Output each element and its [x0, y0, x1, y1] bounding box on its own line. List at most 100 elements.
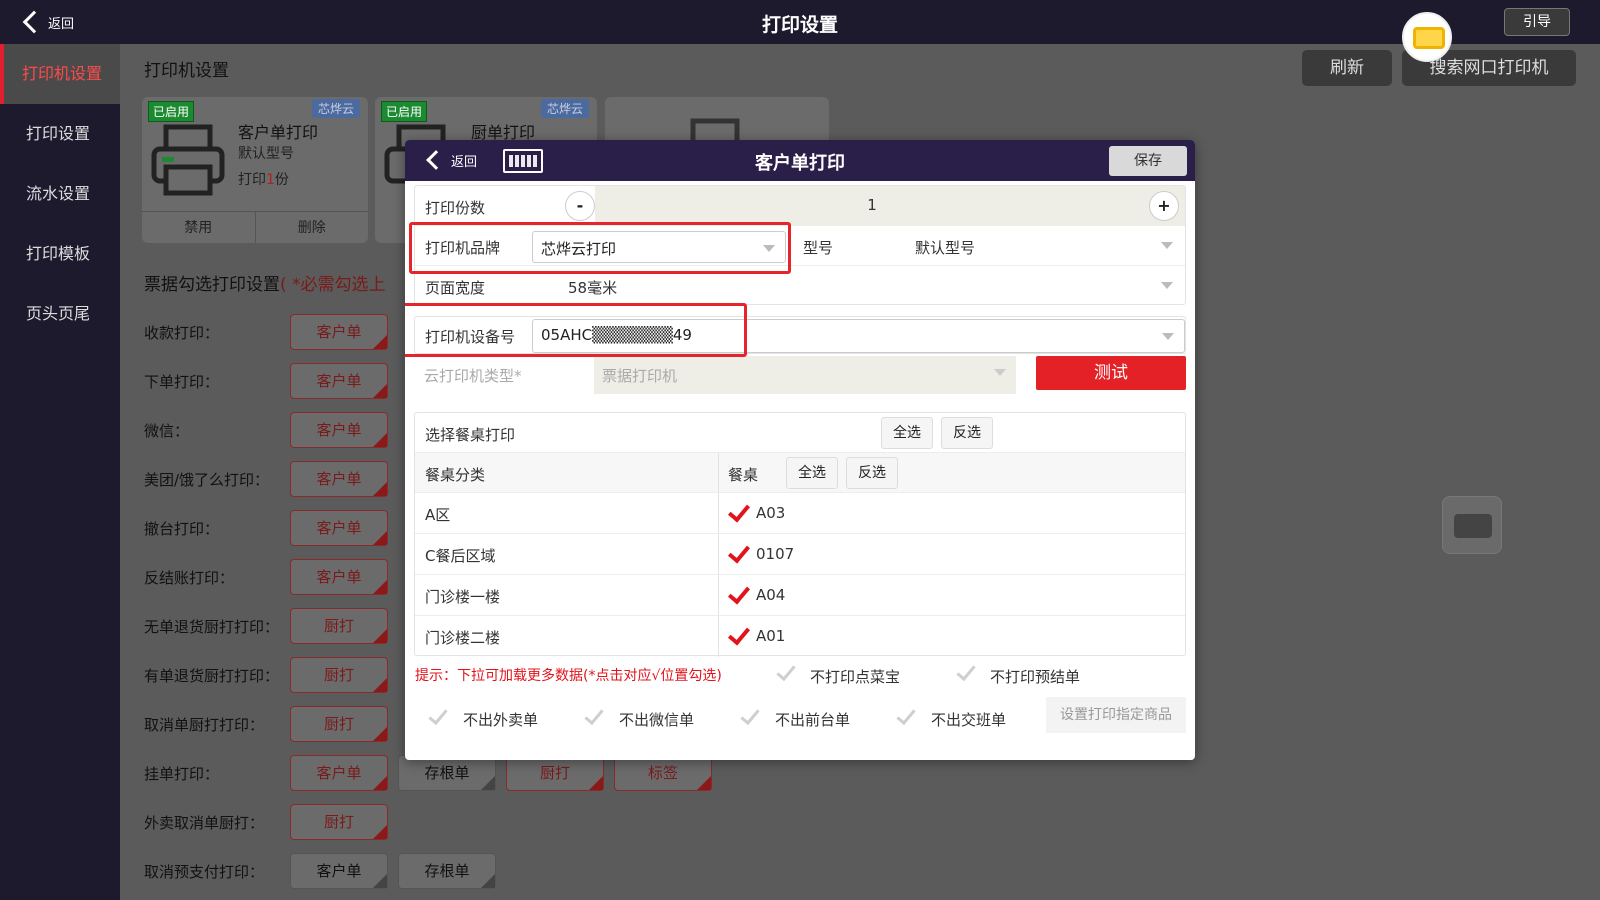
ticket-option-chip[interactable]: 标签 — [614, 755, 712, 791]
guide-button[interactable]: 引导 — [1504, 8, 1570, 36]
top-bar: 返回 打印设置 引导 — [0, 0, 1600, 44]
ticket-option-label: 微信： — [144, 421, 190, 440]
brand-row: 打印机品牌 芯烨云打印 型号 默认型号 — [415, 226, 1185, 266]
opt-no-wechat[interactable]: 不出微信单 — [619, 709, 694, 730]
hint-text: 提示：下拉可加载更多数据(*点击对应√位置勾选) — [415, 668, 722, 684]
refresh-button[interactable]: 刷新 — [1302, 50, 1392, 86]
test-button[interactable]: 测试 — [1036, 356, 1186, 390]
model-select[interactable]: 默认型号 — [915, 237, 975, 258]
ticket-option-chip[interactable]: 客户单 — [290, 853, 388, 889]
checkmark-icon[interactable] — [727, 622, 751, 646]
caret-down-icon — [994, 369, 1006, 376]
floating-keyboard-button[interactable] — [1442, 496, 1502, 554]
ticket-option-label: 反结账打印： — [144, 568, 235, 587]
invert-button[interactable]: 反选 — [941, 417, 993, 449]
checkmark-icon[interactable] — [776, 660, 796, 682]
status-badge: 已启用 — [381, 101, 428, 122]
ticket-option-chip[interactable]: 客户单 — [290, 755, 388, 791]
checkmark-icon[interactable] — [428, 704, 448, 726]
save-button[interactable]: 保存 — [1109, 146, 1187, 176]
customer-print-dialog: 返回 客户单打印 保存 打印份数 - 1 + 打印机品牌 芯烨云打印 型号 默认… — [405, 140, 1195, 760]
ticket-option-chip[interactable]: 厨打 — [290, 804, 388, 840]
table-select-header: 选择餐桌打印 全选 反选 — [415, 413, 1185, 453]
table-name: A01 — [756, 627, 786, 645]
width-label: 页面宽度 — [425, 279, 486, 297]
opt-no-dish-treasure[interactable]: 不打印点菜宝 — [810, 666, 900, 687]
ticket-option-chip[interactable]: 客户单 — [290, 510, 388, 546]
status-badge: 已启用 — [148, 101, 195, 122]
ticket-option-chip[interactable]: 存根单 — [398, 755, 496, 791]
ticket-option-chip[interactable]: 客户单 — [290, 412, 388, 448]
ticket-option-chip[interactable]: 厨打 — [506, 755, 604, 791]
ticket-option-row: 反结账打印： 客户单 — [144, 559, 398, 595]
ticket-option-label: 挂单打印： — [144, 764, 220, 783]
ticket-option-chip[interactable]: 客户单 — [290, 314, 388, 350]
copies-row: 打印份数 - 1 + — [415, 186, 1185, 226]
checkmark-icon[interactable] — [956, 660, 976, 682]
keyboard-toggle-button[interactable] — [1402, 12, 1452, 62]
ticket-option-chip[interactable]: 客户单 — [290, 461, 388, 497]
checkmark-icon[interactable] — [896, 704, 916, 726]
device-row: 打印机设备号 05AHC▒▒▒▒▒▒▒49 — [414, 316, 1186, 354]
page-title: 打印设置 — [761, 14, 838, 36]
ticket-option-row: 无单退货厨打打印： 厨打 — [144, 608, 398, 644]
delete-button[interactable]: 删除 — [254, 212, 369, 243]
checkmark-icon[interactable] — [584, 704, 604, 726]
table-category: 门诊楼一楼 — [425, 588, 501, 606]
col-category: 餐桌分类 — [425, 466, 486, 484]
table-name: A04 — [756, 586, 786, 604]
sidebar-item-header-footer[interactable]: 页头页尾 — [0, 284, 120, 344]
copies-label: 打印份数 — [425, 199, 486, 217]
sidebar-item-printer-settings[interactable]: 打印机设置 — [0, 44, 120, 104]
ticket-option-label: 有单退货厨打打印： — [144, 666, 280, 685]
select-all-button[interactable]: 全选 — [881, 417, 933, 449]
table-category: C餐后区域 — [425, 547, 496, 565]
table-invert-button[interactable]: 反选 — [846, 457, 898, 489]
copies-minus-button[interactable]: - — [565, 191, 595, 221]
caret-down-icon — [1162, 333, 1174, 340]
sidebar-item-print-settings[interactable]: 打印设置 — [0, 104, 120, 164]
printer-card-customer[interactable]: 已启用 芯烨云 客户单打印 默认型号 打印1份 禁用 删除 — [142, 97, 368, 243]
checkmark-icon[interactable] — [727, 540, 751, 564]
cloud-type-row: 云打印机类型* 票据打印机 测试 — [414, 354, 1186, 394]
opt-no-pre-bill[interactable]: 不打印预结单 — [990, 666, 1080, 687]
table-category: A区 — [425, 506, 451, 524]
checkmark-icon[interactable] — [740, 704, 760, 726]
checkmark-icon[interactable] — [727, 499, 751, 523]
ticket-option-row: 取消预支付打印： 客户单 存根单 — [144, 853, 506, 889]
copies-plus-button[interactable]: + — [1149, 191, 1179, 221]
ticket-option-chip[interactable]: 厨打 — [290, 657, 388, 693]
ticket-option-row: 取消单厨打打印： 厨打 — [144, 706, 398, 742]
copies-stepper[interactable]: - 1 + — [565, 186, 1185, 226]
ticket-option-label: 撤台打印： — [144, 519, 220, 538]
brand-select[interactable]: 芯烨云打印 — [532, 231, 786, 263]
width-select[interactable]: 58毫米 — [568, 277, 617, 298]
ticket-option-chip[interactable]: 厨打 — [290, 608, 388, 644]
table-select-all-button[interactable]: 全选 — [786, 457, 838, 489]
ticket-option-chip[interactable]: 厨打 — [290, 706, 388, 742]
opt-no-front[interactable]: 不出前台单 — [775, 709, 850, 730]
disable-button[interactable]: 禁用 — [142, 212, 255, 243]
set-goods-button[interactable]: 设置打印指定商品 — [1046, 697, 1186, 733]
ticket-option-chip[interactable]: 存根单 — [398, 853, 496, 889]
ticket-option-label: 无单退货厨打打印： — [144, 617, 280, 636]
sidebar: 打印机设置 打印设置 流水设置 打印模板 页头页尾 — [0, 44, 120, 900]
sidebar-item-serial-settings[interactable]: 流水设置 — [0, 164, 120, 224]
ticket-option-row: 下单打印： 客户单 — [144, 363, 398, 399]
device-input[interactable]: 05AHC▒▒▒▒▒▒▒49 — [532, 319, 1185, 353]
ticket-option-label: 取消单厨打打印： — [144, 715, 265, 734]
sidebar-item-print-template[interactable]: 打印模板 — [0, 224, 120, 284]
ticket-option-label: 下单打印： — [144, 372, 220, 391]
ticket-option-label: 取消预支付打印： — [144, 862, 265, 881]
dialog-title: 客户单打印 — [755, 153, 845, 174]
ticket-option-row: 外卖取消单厨打： 厨打 — [144, 804, 398, 840]
brand-value: 芯烨云打印 — [541, 240, 617, 258]
opt-no-takeout[interactable]: 不出外卖单 — [463, 709, 538, 730]
ticket-option-chip[interactable]: 客户单 — [290, 559, 388, 595]
checkmark-icon[interactable] — [727, 581, 751, 605]
caret-down-icon — [1161, 282, 1173, 289]
printer-basic-settings: 打印份数 - 1 + 打印机品牌 芯烨云打印 型号 默认型号 页面宽度 58毫米 — [414, 185, 1186, 305]
ticket-options-title: 票据勾选打印设置( *必需勾选上 — [144, 275, 386, 295]
ticket-option-chip[interactable]: 客户单 — [290, 363, 388, 399]
opt-no-shift[interactable]: 不出交班单 — [931, 709, 1006, 730]
